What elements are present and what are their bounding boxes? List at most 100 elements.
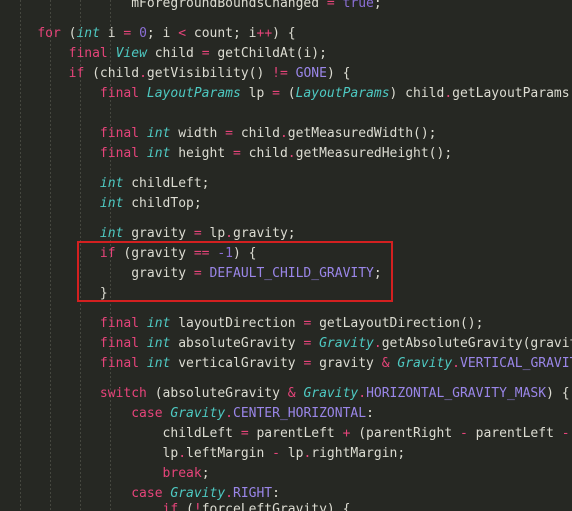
code-token: getLayoutParams( <box>452 86 572 101</box>
code-token: ; i <box>146 26 179 41</box>
code-line[interactable]: int childLeft; <box>0 174 210 194</box>
code-line[interactable]: lp.leftMargin - lp.rightMargin; <box>0 444 406 464</box>
code-token: for <box>37 26 61 41</box>
code-line[interactable]: switch (absoluteGravity & Gravity.HORIZO… <box>0 384 570 404</box>
code-token: CENTER_HORIZONTAL <box>233 406 367 421</box>
code-editor[interactable]: mForegroundBoundsChanged = true; for (in… <box>0 0 572 511</box>
code-line[interactable]: if (child.getVisibility() != GONE) { <box>0 64 351 84</box>
code-token: parentLeft <box>467 426 562 441</box>
code-token: final <box>68 46 108 61</box>
code-line[interactable]: case Gravity.CENTER_HORIZONTAL: <box>0 404 374 424</box>
code-token: if <box>68 66 85 81</box>
code-line[interactable]: final int verticalGravity = gravity & Gr… <box>0 354 572 374</box>
code-token: - <box>459 426 468 441</box>
code-token: ) { <box>546 386 570 401</box>
code-token: final <box>99 336 140 351</box>
code-token: gravity <box>131 266 194 281</box>
code-line[interactable]: final int width = child.getMeasuredWidth… <box>0 124 437 144</box>
code-token: verticalGravity <box>170 356 304 371</box>
code-line[interactable]: } <box>0 284 108 304</box>
code-token: . <box>225 226 233 241</box>
code-line[interactable] <box>0 104 14 124</box>
code-token: = <box>233 146 241 161</box>
code-line[interactable]: final int layoutDirection = getLayoutDir… <box>0 314 484 334</box>
code-line[interactable]: for (int i = 0; i < count; i++) { <box>0 24 295 44</box>
code-line[interactable]: mForegroundBoundsChanged = true; <box>0 0 382 14</box>
code-token: childLeft <box>162 426 241 441</box>
code-token: ; <box>373 0 382 11</box>
code-token: ) { <box>326 66 351 81</box>
code-token: } <box>6 286 108 301</box>
code-line[interactable]: break; <box>0 464 210 484</box>
code-token: & <box>287 386 296 401</box>
code-token: getAbsoluteGravity(gravit <box>381 336 572 351</box>
code-token: lp <box>201 226 226 241</box>
code-token: ! <box>193 502 202 511</box>
code-token: = <box>326 0 343 11</box>
code-token: getMeasuredWidth(); <box>287 126 437 141</box>
code-line[interactable]: final View child = getChildAt(i); <box>0 44 327 64</box>
code-token: & <box>381 356 390 371</box>
code-token: case <box>131 486 163 501</box>
code-token: ( <box>178 502 194 511</box>
code-token: int <box>146 356 171 371</box>
code-token: int <box>146 316 171 331</box>
code-token: final <box>99 146 140 161</box>
code-token: != <box>272 66 288 81</box>
code-token: getVisibility() <box>146 66 273 81</box>
code-token: < <box>178 26 187 41</box>
code-token: . <box>225 486 233 501</box>
code-token: Gravity <box>170 486 226 501</box>
code-token: (gravity <box>115 246 194 261</box>
code-token: int <box>146 126 171 141</box>
code-token: absoluteGravity <box>170 336 304 351</box>
code-token: LayoutParams <box>295 86 390 101</box>
code-line[interactable]: childLeft = parentLeft + (parentRight - … <box>0 424 570 444</box>
code-line[interactable]: final int height = child.getMeasuredHeig… <box>0 144 452 164</box>
code-token: getLayoutDirection(); <box>311 316 484 331</box>
code-token: int <box>99 226 124 241</box>
code-token: . <box>452 356 460 371</box>
code-token: gravity <box>311 356 382 371</box>
code-token: break <box>162 466 202 481</box>
code-token: child <box>146 46 202 61</box>
code-line[interactable]: if (!forceLeftGravity) { <box>0 500 351 511</box>
code-token: childLeft; <box>123 176 210 191</box>
code-line[interactable]: final LayoutParams lp = (LayoutParams) c… <box>0 84 572 104</box>
code-line[interactable]: if (gravity == -1) { <box>0 244 257 264</box>
code-token: : <box>272 486 280 501</box>
code-token: child <box>233 126 280 141</box>
code-token: lp <box>240 86 273 101</box>
code-token: i <box>99 26 124 41</box>
code-token: ; <box>373 266 382 281</box>
code-token: width <box>170 126 226 141</box>
code-token: int <box>146 146 171 161</box>
code-token: switch <box>99 386 147 401</box>
code-token: -1 <box>217 246 233 261</box>
code-line[interactable]: int childTop; <box>0 194 202 214</box>
code-line[interactable]: int gravity = lp.gravity; <box>0 224 296 244</box>
code-line[interactable]: gravity = DEFAULT_CHILD_GRAVITY; <box>0 264 382 284</box>
code-line[interactable]: final int absoluteGravity = Gravity.getA… <box>0 334 572 354</box>
